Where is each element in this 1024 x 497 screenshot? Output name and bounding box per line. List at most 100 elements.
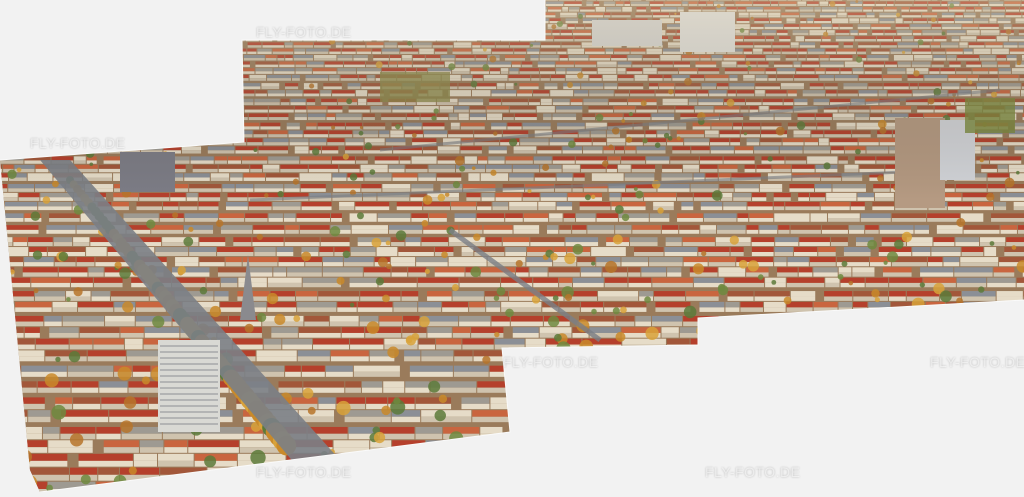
building-roof <box>112 55 119 58</box>
building-facade <box>0 27 1 29</box>
building-facade <box>814 388 861 393</box>
building-roof <box>344 257 374 262</box>
building-roof <box>0 49 16 52</box>
building-facade <box>268 4 282 6</box>
building-facade <box>435 272 465 276</box>
building-roof <box>775 237 798 242</box>
building-facade <box>517 10 528 12</box>
building-roof <box>632 225 661 230</box>
building-facade <box>220 307 242 312</box>
building-facade <box>73 117 100 120</box>
building-facade <box>630 242 658 246</box>
building-roof <box>747 397 789 403</box>
building-facade <box>643 434 684 440</box>
building-roof <box>611 397 657 403</box>
building-facade <box>35 21 54 23</box>
building-roof <box>994 202 1006 207</box>
building-roof <box>495 339 525 345</box>
building-roof <box>68 366 113 372</box>
building-facade <box>13 15 21 17</box>
building-facade <box>314 4 326 6</box>
building-facade <box>187 58 209 60</box>
building-roof <box>0 302 14 308</box>
building-roof <box>414 18 423 21</box>
building-roof <box>667 339 690 345</box>
building-facade <box>581 272 602 276</box>
building-roof <box>634 247 664 252</box>
building-roof <box>132 42 151 45</box>
building-roof <box>839 302 852 308</box>
building-facade <box>229 322 261 327</box>
building-roof <box>130 1 142 3</box>
building-facade <box>947 322 988 327</box>
building-facade <box>185 218 218 222</box>
building-facade <box>97 45 108 47</box>
building-roof <box>581 410 603 417</box>
building-roof <box>17 49 27 52</box>
building-roof <box>360 316 379 322</box>
building-facade <box>114 10 125 12</box>
building-roof <box>373 24 392 27</box>
building-facade <box>104 447 139 453</box>
building-roof <box>115 1 129 3</box>
building-facade <box>88 94 99 97</box>
building-facade <box>36 65 46 68</box>
building-roof <box>718 327 734 333</box>
building-facade <box>345 417 391 422</box>
building-facade <box>112 52 128 54</box>
building-roof <box>3 7 16 10</box>
building-facade <box>44 110 62 113</box>
building-roof <box>513 18 529 21</box>
building-roof <box>152 30 163 33</box>
building-facade <box>355 206 389 210</box>
building-facade <box>252 242 283 246</box>
building-facade <box>872 206 894 210</box>
building-roof <box>517 7 528 10</box>
building-roof <box>303 18 319 21</box>
building-facade <box>364 272 391 276</box>
building-facade <box>145 333 180 338</box>
building-roof <box>42 90 60 93</box>
building-roof <box>273 202 301 207</box>
building-roof <box>683 237 715 242</box>
building-facade <box>169 10 182 12</box>
building-facade <box>650 372 678 377</box>
building-roof <box>325 7 332 10</box>
building-roof <box>752 316 782 322</box>
building-facade <box>564 218 575 222</box>
building-facade <box>0 45 3 47</box>
building-facade <box>354 10 371 12</box>
building-roof <box>92 291 110 296</box>
building-facade <box>79 33 85 35</box>
building-facade <box>683 242 715 246</box>
building-roof <box>134 454 157 461</box>
building-facade <box>271 333 298 338</box>
building-facade <box>591 372 620 377</box>
building-facade <box>350 218 377 222</box>
building-facade <box>650 218 670 222</box>
building-facade <box>219 218 244 222</box>
building-facade <box>160 21 179 23</box>
building-roof <box>52 36 70 39</box>
building-facade <box>0 58 12 60</box>
building-roof <box>100 90 125 93</box>
building-facade <box>68 110 84 113</box>
building-roof <box>354 366 400 372</box>
building-roof <box>799 267 813 272</box>
building-roof <box>0 350 4 356</box>
building-facade <box>184 78 203 81</box>
building-facade <box>853 296 888 300</box>
building-roof <box>0 339 1 345</box>
building-facade <box>576 218 596 222</box>
building-facade <box>171 134 187 137</box>
building-roof <box>438 13 447 16</box>
building-roof <box>650 213 670 218</box>
building-facade <box>714 372 748 377</box>
building-roof <box>791 225 821 230</box>
building-facade <box>548 434 594 440</box>
building-facade <box>861 218 891 222</box>
building-facade <box>749 372 772 377</box>
building-facade <box>580 206 611 210</box>
building-roof <box>187 24 193 27</box>
building-facade <box>15 86 30 89</box>
